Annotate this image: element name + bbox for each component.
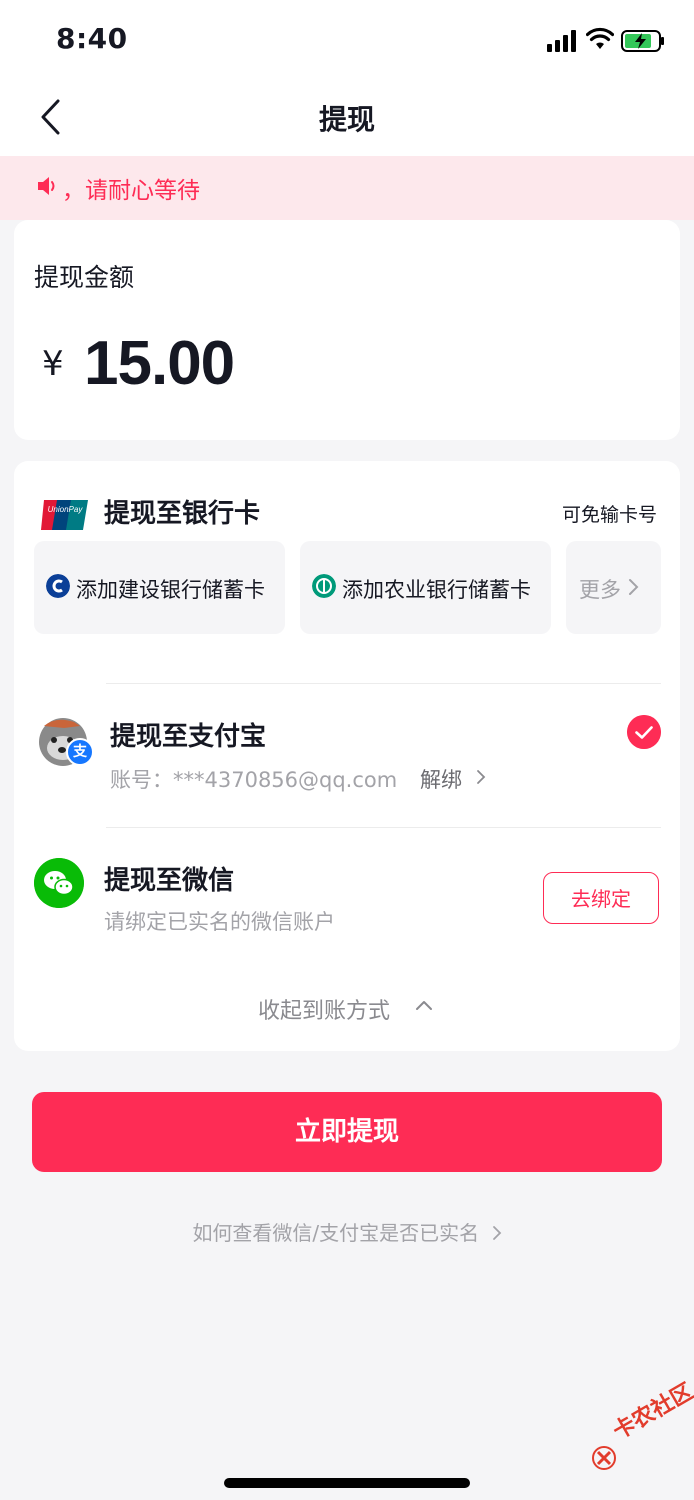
currency-symbol: ¥ xyxy=(42,344,64,384)
add-ccb-card-label: 添加建设银行储蓄卡 xyxy=(76,578,265,602)
chevron-up-icon[interactable] xyxy=(414,998,434,1012)
ccb-icon xyxy=(46,574,70,598)
wechat-option-title[interactable]: 提现至微信 xyxy=(104,860,234,897)
abc-icon xyxy=(312,574,336,598)
chevron-right-icon xyxy=(477,770,486,784)
help-verify-realname-link[interactable]: 如何查看微信/支付宝是否已实名 xyxy=(0,1217,694,1246)
amount-label: 提现金额 xyxy=(34,263,135,292)
cellular-signal-icon xyxy=(547,30,576,52)
wechat-icon xyxy=(34,858,84,908)
divider xyxy=(106,683,661,684)
add-abc-card-label: 添加农业银行储蓄卡 xyxy=(342,578,531,602)
wechat-bind-button[interactable]: 去绑定 xyxy=(543,872,659,924)
watermark-text: 卡农社区 xyxy=(609,1379,694,1445)
alipay-badge-icon: 支 xyxy=(66,738,94,766)
unionpay-icon: UnionPay xyxy=(41,500,88,530)
alipay-account: 账号：***4370856@qq.com xyxy=(110,768,398,792)
chevron-right-icon xyxy=(492,1226,501,1240)
watermark-logo-icon xyxy=(592,1446,616,1470)
page-title: 提现 xyxy=(318,103,375,136)
bank-section-title: 提现至银行卡 xyxy=(104,499,261,529)
withdraw-now-button[interactable]: 立即提现 xyxy=(32,1092,662,1172)
amount-value: 15.00 xyxy=(84,329,235,398)
battery-charging-icon xyxy=(621,30,664,52)
alipay-unbind-link[interactable]: 解绑 xyxy=(420,764,462,794)
alipay-option-title[interactable]: 提现至支付宝 xyxy=(110,716,266,753)
wifi-icon xyxy=(586,27,614,49)
chevron-right-icon xyxy=(629,579,639,595)
svg-text:UnionPay: UnionPay xyxy=(48,505,84,514)
more-banks-label: 更多 xyxy=(579,578,621,602)
collapse-methods-link[interactable]: 收起到账方式 xyxy=(258,993,390,1025)
divider xyxy=(106,827,661,828)
speaker-icon xyxy=(38,177,55,195)
no-card-number-hint: 可免输卡号 xyxy=(562,504,658,526)
selected-check-icon[interactable] xyxy=(627,715,661,749)
notice-text: ，请耐心等待 xyxy=(62,178,200,204)
status-time: 8:40 xyxy=(56,22,128,55)
help-link-text: 如何查看微信/支付宝是否已实名 xyxy=(192,1221,480,1245)
home-indicator[interactable] xyxy=(224,1478,470,1488)
wechat-option-subtitle: 请绑定已实名的微信账户 xyxy=(104,910,335,934)
